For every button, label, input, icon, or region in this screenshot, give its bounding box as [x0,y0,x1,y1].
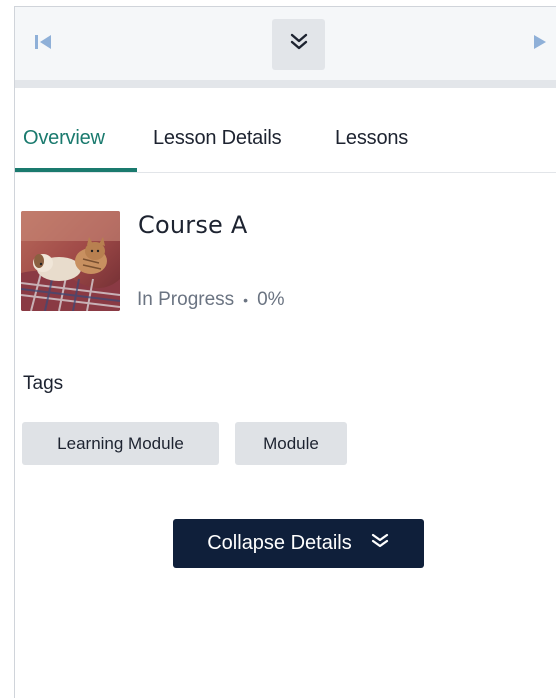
progress-percent: 0% [257,289,285,310]
double-chevron-down-icon [370,532,390,556]
details-tabs: Overview Lesson Details Lessons [15,118,556,173]
collapse-details-button[interactable]: Collapse Details [173,519,424,568]
skip-to-first-icon [33,33,55,56]
content-panel [14,6,556,698]
tab-lesson-details[interactable]: Lesson Details [153,127,282,150]
next-lesson-button[interactable] [520,22,556,66]
tab-lessons[interactable]: Lessons [335,127,408,150]
course-thumbnail [21,211,120,311]
tag-learning-module[interactable]: Learning Module [22,422,219,465]
tab-overview[interactable]: Overview [23,127,105,150]
status-text: In Progress [137,289,235,310]
toolbar-divider [15,80,556,88]
course-status: In Progress • 0% [137,289,285,311]
active-tab-indicator [15,168,137,172]
expand-toggle-button[interactable] [272,19,325,70]
tags-heading: Tags [23,373,64,394]
tag-module[interactable]: Module [235,422,347,465]
play-next-icon [531,33,549,56]
double-chevron-down-icon [288,32,310,57]
status-separator: • [243,292,249,308]
course-title: Course A [138,211,248,239]
first-lesson-button[interactable] [24,22,64,66]
collapse-details-label: Collapse Details [207,532,352,554]
